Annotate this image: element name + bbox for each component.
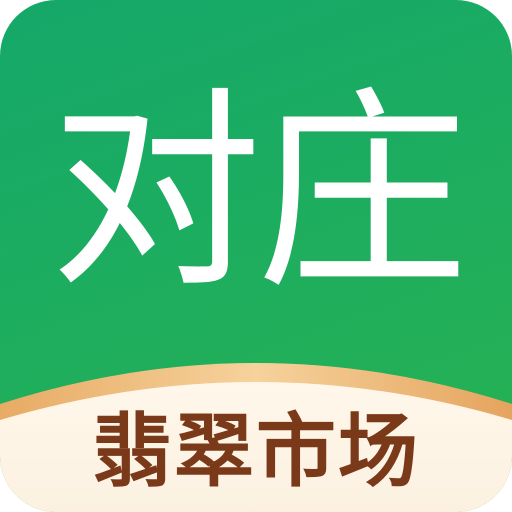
tagline: 翡翠市场 (92, 405, 420, 498)
brand-name: 对庄 (50, 69, 468, 316)
app-icon[interactable]: 对庄 翡翠市场 (0, 0, 512, 512)
